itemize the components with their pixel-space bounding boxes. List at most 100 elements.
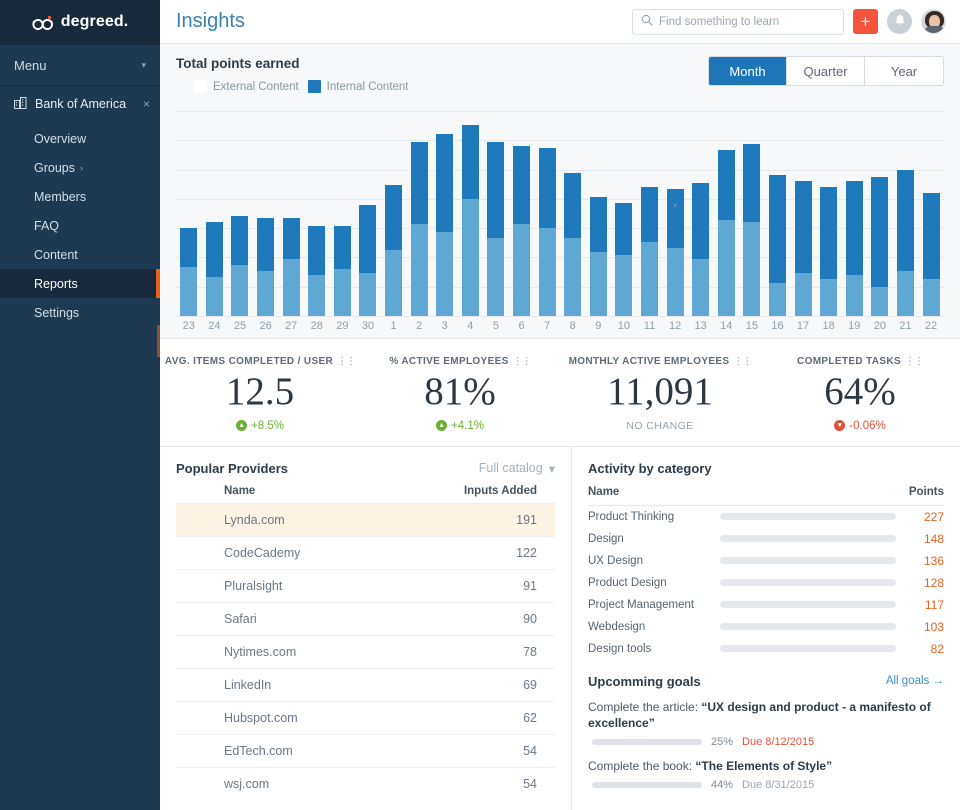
bar-slot[interactable] [611, 111, 637, 316]
stacked-bar[interactable] [564, 172, 582, 316]
bar-slot[interactable] [202, 111, 228, 316]
close-icon[interactable]: × [143, 97, 150, 111]
sidebar-item-reports[interactable]: Reports [0, 269, 160, 298]
stacked-bar[interactable] [385, 184, 403, 316]
bar-slot[interactable] [713, 111, 739, 316]
stacked-bar[interactable] [589, 197, 607, 316]
bar-slot[interactable] [790, 111, 816, 316]
bar-slot[interactable] [637, 111, 663, 316]
menu-toggle[interactable]: Menu ▾ [0, 44, 160, 86]
stacked-bar[interactable] [794, 180, 812, 316]
bar-slot[interactable] [560, 111, 586, 316]
bar-slot[interactable] [432, 111, 458, 316]
bar-slot[interactable] [688, 111, 714, 316]
close-icon[interactable]: × [673, 201, 678, 210]
bar-slot[interactable] [458, 111, 484, 316]
stacked-bar[interactable] [896, 170, 914, 316]
stacked-bar[interactable] [436, 133, 454, 316]
sidebar-org-row[interactable]: Bank of America × [0, 88, 160, 120]
sidebar-item-faq[interactable]: FAQ [0, 211, 160, 240]
sidebar-item-groups[interactable]: Groups › [0, 153, 160, 182]
bar-slot[interactable] [227, 111, 253, 316]
sidebar-item-members[interactable]: Members [0, 182, 160, 211]
stacked-bar[interactable] [640, 186, 658, 316]
bar-slot[interactable] [841, 111, 867, 316]
list-item[interactable]: Product Design 128 [588, 572, 944, 594]
bar-slot[interactable]: × [662, 111, 688, 316]
stacked-bar[interactable] [308, 225, 326, 316]
add-button[interactable]: + [853, 9, 878, 34]
bar-slot[interactable] [765, 111, 791, 316]
sidebar-item-content[interactable]: Content [0, 240, 160, 269]
bar-slot[interactable] [483, 111, 509, 316]
bar-slot[interactable] [278, 111, 304, 316]
tab-year[interactable]: Year [865, 57, 943, 85]
legend-item-external[interactable]: External Content [194, 80, 299, 93]
bar-slot[interactable] [867, 111, 893, 316]
sidebar-item-settings[interactable]: Settings [0, 298, 160, 327]
stacked-bar[interactable] [615, 203, 633, 316]
list-item[interactable]: Product Thinking 227 [588, 506, 944, 528]
avatar[interactable] [921, 9, 946, 34]
goal-item[interactable]: Complete the article: “UX design and pro… [588, 699, 944, 748]
table-row[interactable]: Safari 90 [176, 601, 555, 636]
drag-handle-icon[interactable]: ⋮⋮ [905, 356, 924, 367]
list-item[interactable]: Design tools 82 [588, 638, 944, 660]
stacked-bar[interactable] [333, 225, 351, 316]
bar-slot[interactable] [381, 111, 407, 316]
stacked-bar[interactable] [359, 205, 377, 316]
table-row[interactable]: LinkedIn 69 [176, 667, 555, 702]
stacked-bar[interactable] [692, 182, 710, 316]
stacked-bar[interactable] [180, 227, 198, 316]
search-box[interactable]: Find something to learn [632, 8, 844, 35]
table-row[interactable]: Pluralsight 91 [176, 568, 555, 603]
table-row[interactable]: Hubspot.com 62 [176, 700, 555, 735]
bar-slot[interactable] [918, 111, 944, 316]
stacked-bar[interactable] [487, 141, 505, 316]
stacked-bar[interactable] [205, 221, 223, 316]
stacked-bar[interactable] [410, 141, 428, 316]
bar-slot[interactable] [586, 111, 612, 316]
list-item[interactable]: UX Design 136 [588, 550, 944, 572]
bar-slot[interactable] [176, 111, 202, 316]
stacked-bar[interactable] [282, 217, 300, 316]
stacked-bar[interactable] [231, 215, 249, 316]
bar-slot[interactable] [330, 111, 356, 316]
legend-item-internal[interactable]: Internal Content [307, 80, 409, 93]
brand-logo[interactable]: degreed. [0, 0, 160, 44]
list-item[interactable]: Webdesign 103 [588, 616, 944, 638]
bar-slot[interactable] [816, 111, 842, 316]
list-item[interactable]: Design 148 [588, 528, 944, 550]
bar-slot[interactable] [304, 111, 330, 316]
stacked-bar[interactable] [743, 143, 761, 316]
stacked-bar[interactable] [538, 147, 556, 316]
goal-item[interactable]: Complete the book: “The Elements of Styl… [588, 758, 944, 791]
table-row[interactable]: wsj.com 54 [176, 766, 555, 800]
table-row[interactable]: EdTech.com 54 [176, 733, 555, 768]
stacked-bar[interactable] [820, 186, 838, 316]
bar-slot[interactable] [509, 111, 535, 316]
bar-slot[interactable] [355, 111, 381, 316]
list-item[interactable]: Project Management 117 [588, 594, 944, 616]
bar-slot[interactable] [406, 111, 432, 316]
bar-slot[interactable] [534, 111, 560, 316]
sidebar-item-overview[interactable]: Overview [0, 124, 160, 153]
search-input[interactable]: Find something to learn [659, 16, 779, 28]
drag-handle-icon[interactable]: ⋮⋮ [733, 356, 752, 367]
bar-slot[interactable] [253, 111, 279, 316]
table-row[interactable]: CodeCademy 122 [176, 535, 555, 570]
stacked-bar[interactable] [845, 180, 863, 316]
all-goals-link[interactable]: All goals → [886, 675, 944, 687]
stacked-bar[interactable] [717, 149, 735, 316]
stacked-bar[interactable] [922, 193, 940, 316]
column-header-inputs[interactable]: Inputs Added [395, 476, 555, 504]
column-header-name[interactable]: Name [176, 476, 395, 504]
stacked-bar[interactable] [768, 174, 786, 316]
table-row[interactable]: Lynda.com 191 [176, 502, 555, 537]
tab-month[interactable]: Month [709, 57, 787, 85]
drag-handle-icon[interactable]: ⋮⋮ [337, 356, 356, 367]
table-row[interactable]: Nytimes.com 78 [176, 634, 555, 669]
bar-slot[interactable] [739, 111, 765, 316]
stacked-bar[interactable] [871, 176, 889, 316]
bar-slot[interactable] [893, 111, 919, 316]
